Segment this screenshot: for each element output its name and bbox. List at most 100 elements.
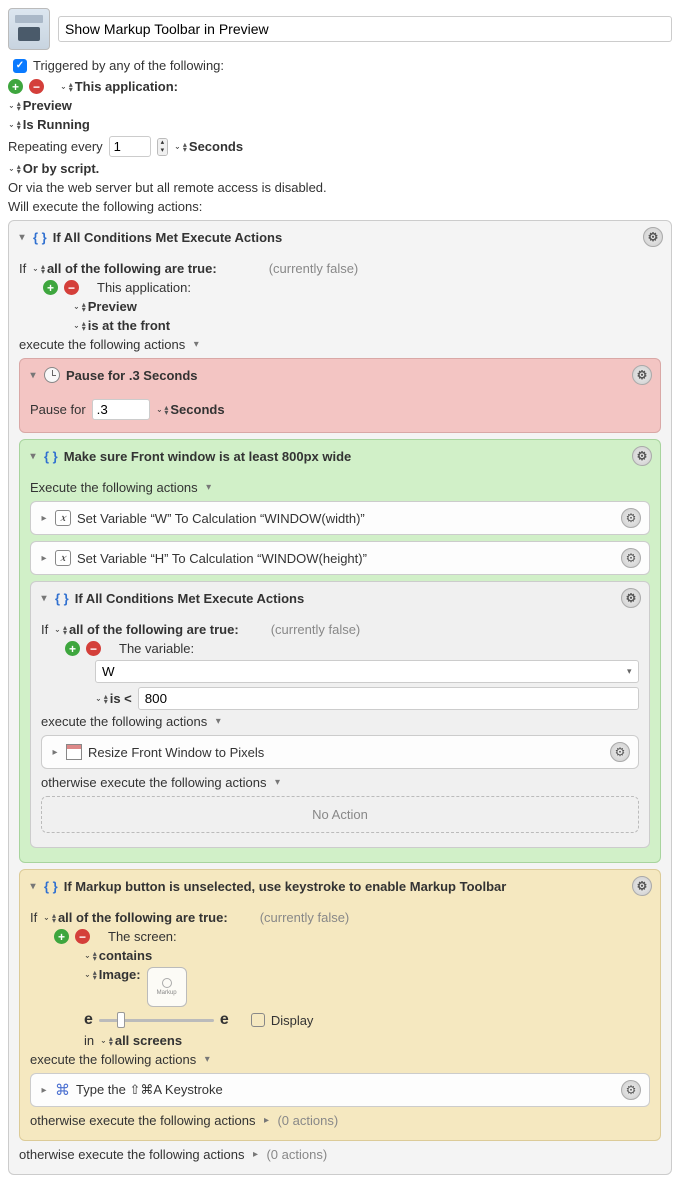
chevron-down-icon[interactable]: ▾ <box>191 339 201 350</box>
type-keystroke-action: ▸ ⌘ Type the ⇧⌘A Keystroke ⚙ <box>30 1073 650 1107</box>
gear-button[interactable]: ⚙ <box>632 446 652 466</box>
chevron-right-icon[interactable]: ▸ <box>250 1149 260 1160</box>
gear-button[interactable]: ⚙ <box>610 742 630 762</box>
var-name-input[interactable] <box>95 660 639 683</box>
contains-dropdown[interactable]: contains <box>84 948 152 963</box>
trigger-label: Triggered by any of the following: <box>33 58 224 73</box>
resize-title: Resize Front Window to Pixels <box>88 745 264 760</box>
resize-window-action: ▸ Resize Front Window to Pixels ⚙ <box>41 735 639 769</box>
disclosure-icon[interactable]: ▾ <box>28 370 38 381</box>
add-condition-button[interactable]: + <box>54 929 69 944</box>
screens-dropdown[interactable]: all screens <box>100 1033 182 1048</box>
type-keystroke-title: Type the ⇧⌘A Keystroke <box>76 1082 223 1098</box>
chevron-down-icon[interactable]: ▾ <box>204 482 214 493</box>
if-rule-dropdown[interactable]: all of the following are true: <box>32 261 216 276</box>
fuzz-icon-left: e <box>84 1011 93 1029</box>
variable-icon: 𝑥 <box>55 550 71 566</box>
disclosure-icon[interactable]: ▸ <box>39 513 49 524</box>
in-label: in <box>84 1033 94 1048</box>
set-var-w-action: ▸ 𝑥 Set Variable “W” To Calculation “WIN… <box>30 501 650 535</box>
markup-check-group: ▾ { } If Markup button is unselected, us… <box>19 869 661 1141</box>
chevron-down-icon[interactable]: ▾ <box>213 716 223 727</box>
add-condition-button[interactable]: + <box>43 280 58 295</box>
image-dropdown[interactable]: Image: <box>84 967 141 982</box>
gear-button[interactable]: ⚙ <box>632 876 652 896</box>
screen-cond-label: The screen: <box>108 929 177 944</box>
add-condition-button[interactable]: + <box>65 641 80 656</box>
trigger-type-dropdown[interactable]: This application: <box>60 79 178 94</box>
display-checkbox[interactable] <box>251 1013 265 1027</box>
remove-condition-button[interactable]: − <box>86 641 101 656</box>
pause-title: Pause for .3 Seconds <box>66 368 198 383</box>
repeat-unit-dropdown[interactable]: Seconds <box>174 139 243 154</box>
disclosure-icon[interactable]: ▾ <box>28 451 38 462</box>
add-trigger-button[interactable]: + <box>8 79 23 94</box>
inner-if-rule-dropdown[interactable]: all of the following are true: <box>54 622 238 637</box>
remove-condition-button[interactable]: − <box>64 280 79 295</box>
or-by-script-dropdown[interactable]: Or by script. <box>8 161 99 176</box>
gear-button[interactable]: ⚙ <box>621 588 641 608</box>
disclosure-icon[interactable]: ▾ <box>39 593 49 604</box>
braces-icon: { } <box>44 879 58 894</box>
disclosure-icon[interactable]: ▸ <box>50 747 60 758</box>
cond-state-dropdown[interactable]: is at the front <box>73 318 170 333</box>
pause-unit-dropdown[interactable]: Seconds <box>156 402 225 417</box>
main-action-title: If All Conditions Met Execute Actions <box>53 230 282 245</box>
main-otherwise-count: (0 actions) <box>266 1147 327 1162</box>
fuzziness-slider[interactable] <box>99 1011 214 1029</box>
chevron-down-icon[interactable]: ▾ <box>202 1054 212 1065</box>
pause-value-input[interactable] <box>92 399 150 420</box>
app-condition-dropdown[interactable]: Is Running <box>8 117 90 132</box>
inner-if-status: (currently false) <box>271 622 361 637</box>
gear-button[interactable]: ⚙ <box>632 365 652 385</box>
pause-for-label: Pause for <box>30 402 86 417</box>
yellow-exec-label: execute the following actions <box>30 1052 196 1067</box>
yellow-otherwise-count: (0 actions) <box>277 1113 338 1128</box>
chevron-right-icon[interactable]: ▸ <box>261 1115 271 1126</box>
disclosure-icon[interactable]: ▾ <box>28 881 38 892</box>
if-label: If <box>19 261 26 276</box>
inner-exec-label: execute the following actions <box>41 714 207 729</box>
ensure-width-group: ▾ { } Make sure Front window is at least… <box>19 439 661 863</box>
will-execute-label: Will execute the following actions: <box>8 199 672 214</box>
yellow-if-rule-dropdown[interactable]: all of the following are true: <box>43 910 227 925</box>
gear-button[interactable]: ⚙ <box>621 508 641 528</box>
markup-icon <box>162 978 172 988</box>
chevron-down-icon[interactable]: ▾ <box>272 777 282 788</box>
clock-icon <box>44 367 60 383</box>
image-well[interactable]: Markup <box>147 967 187 1007</box>
trigger-enabled-checkbox[interactable] <box>13 59 27 73</box>
inner-if-action: ▾ { } If All Conditions Met Execute Acti… <box>30 581 650 848</box>
inner-otherwise-label: otherwise execute the following actions <box>41 775 266 790</box>
yellow-title: If Markup button is unselected, use keys… <box>64 879 507 894</box>
inner-if-label: If <box>41 622 48 637</box>
disclosure-icon[interactable]: ▸ <box>39 553 49 564</box>
no-action-placeholder[interactable]: No Action <box>41 796 639 833</box>
repeat-label: Repeating every <box>8 139 103 154</box>
window-icon <box>66 744 82 760</box>
macro-title-input[interactable] <box>58 16 672 42</box>
main-action-panel: ▾ { } If All Conditions Met Execute Acti… <box>8 220 672 1175</box>
cond-app-dropdown[interactable]: Preview <box>73 299 137 314</box>
gear-button[interactable]: ⚙ <box>643 227 663 247</box>
main-otherwise-label: otherwise execute the following actions <box>19 1147 244 1162</box>
disclosure-icon[interactable]: ▸ <box>39 1085 49 1096</box>
operator-dropdown[interactable]: is < <box>95 691 132 706</box>
set-var-h-action: ▸ 𝑥 Set Variable “H” To Calculation “WIN… <box>30 541 650 575</box>
repeat-stepper[interactable]: ▴▾ <box>157 138 169 156</box>
yellow-if-label: If <box>30 910 37 925</box>
inner-if-title: If All Conditions Met Execute Actions <box>75 591 304 606</box>
app-name-dropdown[interactable]: Preview <box>8 98 72 113</box>
compare-value-input[interactable] <box>138 687 639 710</box>
remove-trigger-button[interactable]: − <box>29 79 44 94</box>
disclosure-icon[interactable]: ▾ <box>17 232 27 243</box>
fuzz-icon-right: e <box>220 1011 229 1029</box>
gear-button[interactable]: ⚙ <box>621 548 641 568</box>
yellow-if-status: (currently false) <box>260 910 350 925</box>
display-label: Display <box>271 1013 314 1028</box>
variable-icon: 𝑥 <box>55 510 71 526</box>
remove-condition-button[interactable]: − <box>75 929 90 944</box>
repeat-value-input[interactable] <box>109 136 151 157</box>
gear-button[interactable]: ⚙ <box>621 1080 641 1100</box>
command-icon: ⌘ <box>55 1081 70 1099</box>
